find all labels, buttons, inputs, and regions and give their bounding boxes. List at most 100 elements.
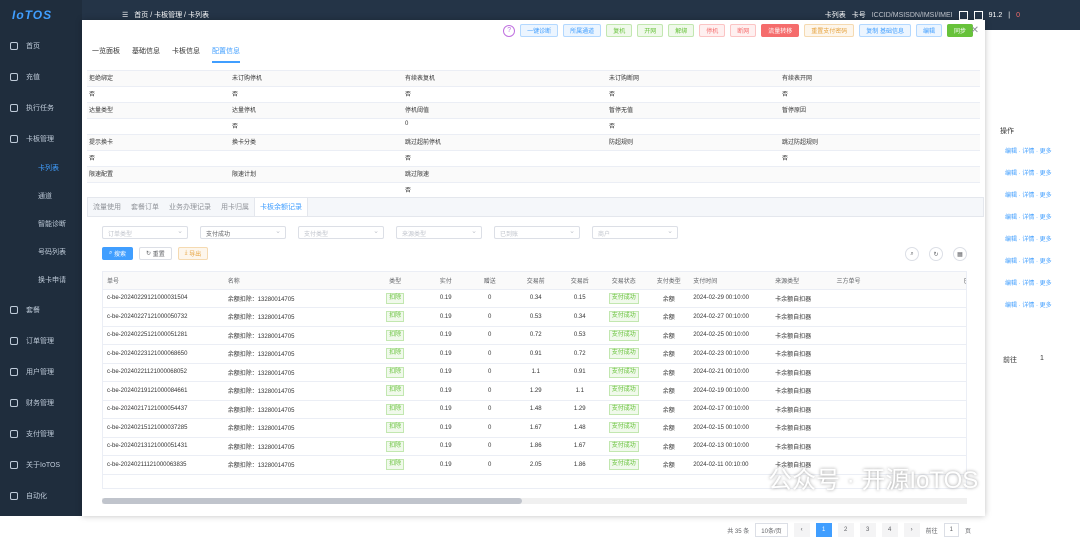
filter-select[interactable]: 订单类型 (102, 226, 188, 239)
close-icon[interactable]: ✕ (971, 25, 979, 36)
action-button[interactable]: 编辑 (916, 24, 942, 37)
help-icon[interactable]: ? (503, 25, 515, 37)
action-button[interactable]: 断网 (730, 24, 756, 37)
ops-row[interactable]: 编辑 · 详情 · 更多 (1005, 300, 1052, 309)
sidebar-item-automation[interactable]: 自动化 (0, 480, 82, 511)
ops-row[interactable]: 编辑 · 详情 · 更多 (1005, 212, 1052, 221)
sidebar-item-number-list[interactable]: 号码列表 (0, 238, 82, 266)
record-tab[interactable]: 用卡归属 (216, 198, 254, 216)
action-button[interactable]: 同步 (947, 24, 973, 37)
sidebar-item-payment[interactable]: 支付管理 (0, 418, 82, 449)
table-row[interactable]: c-be-20240215121000037285余额扣除：1328001470… (103, 419, 967, 438)
action-button[interactable]: 停机 (699, 24, 725, 37)
tab[interactable]: 一览面板 (92, 46, 120, 63)
ops-row[interactable]: 编辑 · 详情 · 更多 (1005, 190, 1052, 199)
action-button[interactable]: 开网 (637, 24, 663, 37)
table-row[interactable]: c-be-20240213121000051431余额扣除：1328001470… (103, 437, 967, 456)
next-page-icon[interactable]: › (904, 523, 920, 537)
action-button[interactable]: 所属通道 (563, 24, 601, 37)
table-row[interactable]: c-be-20240223121000068650余额扣除：1328001470… (103, 345, 967, 364)
refresh-icon[interactable]: ↻ (929, 247, 943, 261)
tab[interactable]: 配置信息 (212, 46, 240, 63)
sidebar-item-label: 用户管理 (26, 367, 54, 377)
info-label: 跳过防超规则 (780, 135, 980, 151)
sidebar-item-label: 订单管理 (26, 336, 54, 346)
record-tab[interactable]: 流量使用 (88, 198, 126, 216)
sidebar-item-about[interactable]: 关于IoTOS (0, 449, 82, 480)
action-button[interactable]: 一键诊断 (520, 24, 558, 37)
column-header: 赠送 (468, 272, 511, 289)
sidebar-item-card-mgmt[interactable]: 卡板管理 (0, 123, 82, 154)
record-tab[interactable]: 业务办理记录 (164, 198, 216, 216)
sidebar-item-package[interactable]: 套餐 (0, 294, 82, 325)
bg-goto-value[interactable]: 1 (1040, 355, 1044, 362)
ops-row[interactable]: 编辑 · 详情 · 更多 (1005, 278, 1052, 287)
fullscreen-icon[interactable] (974, 11, 983, 20)
filter-select[interactable]: 支付类型 (298, 226, 384, 239)
action-button[interactable]: 重置支付密码 (804, 24, 854, 37)
sidebar-item-swap-apply[interactable]: 换卡申请 (0, 266, 82, 294)
ops-row[interactable]: 编辑 · 详情 · 更多 (1005, 168, 1052, 177)
sidebar-item-channel[interactable]: 通道 (0, 182, 82, 210)
notification-count[interactable]: 0 (1016, 12, 1020, 19)
scrollbar-thumb[interactable] (102, 498, 522, 504)
sidebar-item-home[interactable]: 首页 (0, 30, 82, 61)
record-tab[interactable]: 卡板余额记录 (254, 198, 308, 216)
filter-select[interactable]: 已到账 (494, 226, 580, 239)
page-number[interactable]: 3 (860, 523, 876, 537)
reset-button[interactable]: ↻ 重置 (139, 247, 172, 260)
sidebar-item-label: 通道 (38, 191, 52, 201)
ops-row[interactable]: 编辑 · 详情 · 更多 (1005, 256, 1052, 265)
table-row[interactable]: c-be-20240217121000054437余额扣除：1328001470… (103, 400, 967, 419)
sidebar-item-smart-diag[interactable]: 智能诊断 (0, 210, 82, 238)
table-row[interactable]: c-be-20240219121000084661余额扣除：1328001470… (103, 382, 967, 401)
table-cell: 0 (468, 437, 511, 456)
tab[interactable]: 卡板信息 (172, 46, 200, 63)
action-button[interactable]: 解绑 (668, 24, 694, 37)
ops-row[interactable]: 编辑 · 详情 · 更多 (1005, 234, 1052, 243)
sidebar-item-tasks[interactable]: 执行任务 (0, 92, 82, 123)
table-row[interactable]: c-be-20240227121000050732余额扣除：1328001470… (103, 308, 967, 327)
sidebar-item-card-list[interactable]: 卡列表 (0, 154, 82, 182)
filter-select[interactable]: 来源类型 (396, 226, 482, 239)
table-cell: 0.19 (423, 289, 468, 308)
record-tab[interactable]: 套餐订单 (126, 198, 164, 216)
goto-input[interactable]: 1 (944, 523, 959, 537)
filter-select[interactable]: 商户 (592, 226, 678, 239)
page-number[interactable]: 1 (816, 523, 832, 537)
table-cell: 2024-02-13 00:10:00 (689, 437, 771, 456)
ops-row[interactable]: 编辑 · 详情 · 更多 (1005, 146, 1052, 155)
search-input[interactable]: ICCID/MSISDN/IMSI/IMEI (872, 12, 953, 19)
action-button[interactable]: 复制 基础信息 (859, 24, 911, 37)
menu-toggle-icon[interactable]: ☰ (122, 11, 128, 19)
export-button[interactable]: ⤓ 导出 (178, 247, 208, 260)
prev-page-icon[interactable]: ‹ (794, 523, 810, 537)
action-button[interactable]: 流量转移 (761, 24, 799, 37)
table-row[interactable]: c-be-20240221121000068052余额扣除：1328001470… (103, 363, 967, 382)
columns-icon[interactable]: ▦ (953, 247, 967, 261)
action-button[interactable]: 复机 (606, 24, 632, 37)
status-tag: 扣除 (386, 348, 404, 359)
search-button[interactable]: ⌕ 搜索 (102, 247, 133, 260)
page-size-select[interactable]: 10条/页 (755, 523, 787, 537)
search-icon[interactable] (959, 11, 968, 20)
column-header: 类型 (367, 272, 423, 289)
table-cell: 支付成功 (599, 419, 648, 438)
card-list-select[interactable]: 卡列表 (825, 10, 846, 20)
sidebar-item-recharge[interactable]: 充值 (0, 61, 82, 92)
page-number[interactable]: 2 (838, 523, 854, 537)
table-header: 单号名称类型实付赠送交易前交易后交易状态支付类型支付时间来源类型三方单号已到账 (103, 272, 967, 289)
tab[interactable]: 基础信息 (132, 46, 160, 63)
sidebar-item-orders[interactable]: 订单管理 (0, 325, 82, 356)
table-cell: 1.1 (511, 363, 560, 382)
table-row[interactable]: c-be-20240229121000031504余额扣除：1328001470… (103, 289, 967, 308)
table-row[interactable]: c-be-20240225121000051281余额扣除：1328001470… (103, 326, 967, 345)
table-cell: 支付成功 (599, 363, 648, 382)
search-toggle-icon[interactable]: ⌕ (905, 247, 919, 261)
filter-select[interactable]: 支付成功 (200, 226, 286, 239)
horizontal-scrollbar[interactable] (102, 498, 967, 504)
search-type-select[interactable]: 卡号 (852, 10, 866, 20)
page-number[interactable]: 4 (882, 523, 898, 537)
sidebar-item-finance[interactable]: 财务管理 (0, 387, 82, 418)
sidebar-item-users[interactable]: 用户管理 (0, 356, 82, 387)
